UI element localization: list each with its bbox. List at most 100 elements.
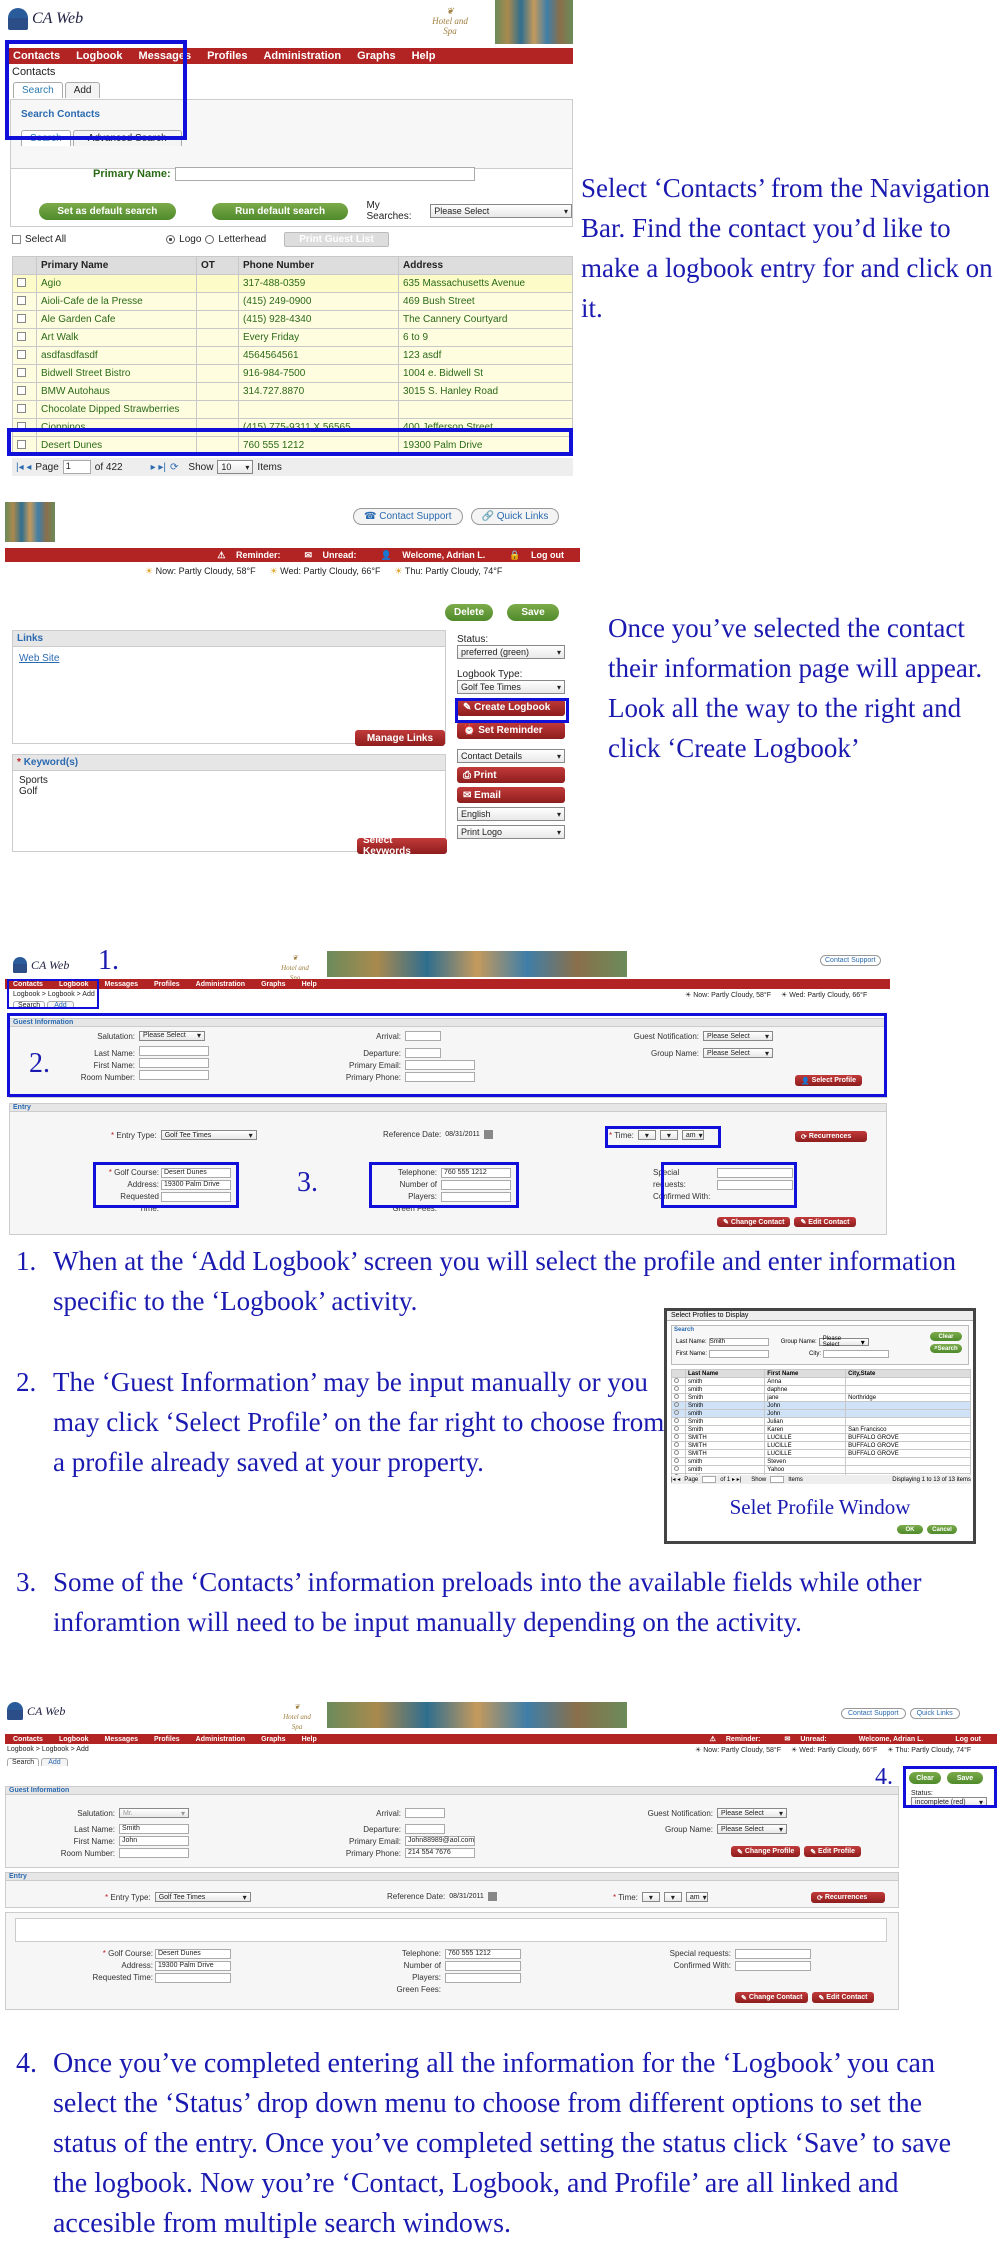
nav-administration[interactable]: Administration — [188, 981, 253, 988]
row-checkbox[interactable] — [17, 403, 26, 413]
nav-profiles[interactable]: Profiles — [199, 50, 255, 62]
arrival-input[interactable] — [405, 1808, 445, 1818]
contact-support-button[interactable]: Contact Support — [820, 955, 881, 966]
table-row[interactable]: asdfasdfasdf 4564564561 123 asdf — [12, 346, 573, 365]
profile-radio[interactable] — [671, 1377, 686, 1386]
quick-links-button[interactable]: 🔗 Quick Links — [470, 508, 560, 525]
table-row[interactable]: Aioli-Cafe de la Presse (415) 249-0900 469… — [12, 292, 573, 311]
golf-course-input[interactable]: Desert Dunes — [155, 1949, 231, 1959]
nav-profiles[interactable]: Profiles — [146, 981, 188, 988]
my-searches-select[interactable]: Please Select — [430, 204, 572, 218]
print-guest-list-button[interactable]: Print Guest List — [284, 232, 389, 247]
nav-help[interactable]: Help — [294, 981, 325, 988]
departure-input[interactable] — [405, 1824, 445, 1834]
last-name-input[interactable]: Smith — [119, 1824, 189, 1834]
recurrences-button[interactable]: ⟳ Recurrences — [795, 1131, 867, 1142]
num-players-input[interactable] — [445, 1961, 521, 1971]
pw-ok-button[interactable]: OK — [897, 1525, 923, 1534]
manage-links-button[interactable]: Manage Links — [355, 730, 445, 746]
tab-add[interactable]: Add — [41, 1758, 68, 1766]
refresh-icon[interactable]: ⟳ — [170, 462, 178, 473]
salutation-select[interactable]: Mr. — [119, 1808, 189, 1818]
profile-radio[interactable] — [671, 1385, 686, 1394]
primary-email-input[interactable]: John88989@aol.com — [405, 1836, 475, 1846]
page-number-input[interactable]: 1 — [62, 460, 91, 474]
row-checkbox[interactable] — [17, 295, 26, 305]
reference-date-value[interactable]: 08/31/2011 — [445, 1131, 480, 1138]
set-reminder-button[interactable]: ⏰ Set Reminder — [457, 722, 565, 739]
reference-date-value[interactable]: 08/31/2011 — [449, 1893, 484, 1900]
run-default-search-button[interactable]: Run default search — [211, 202, 349, 220]
save-button[interactable]: Save — [507, 604, 559, 621]
pw-col-last-name[interactable]: Last Name — [684, 1369, 766, 1378]
guest-notification-select[interactable]: Please Select — [717, 1808, 787, 1818]
table-row[interactable]: BMW Autohaus 314.727.8870 3015 S. Hanley R… — [12, 382, 573, 401]
list-item[interactable]: smith John — [671, 1409, 971, 1418]
confirmed-with-input[interactable] — [735, 1961, 811, 1971]
profile-radio[interactable] — [671, 1401, 686, 1410]
primary-name-input[interactable] — [174, 167, 475, 181]
profile-radio[interactable] — [671, 1409, 686, 1418]
edit-profile-button[interactable]: ✎ Edit Profile — [804, 1846, 861, 1857]
delete-button[interactable]: Delete — [445, 604, 493, 621]
logout-link[interactable]: 🔒 Log out — [501, 550, 580, 561]
row-checkbox[interactable] — [17, 349, 26, 359]
first-name-input[interactable]: John — [119, 1836, 189, 1846]
row-checkbox[interactable] — [17, 313, 26, 323]
nav-graphs[interactable]: Graphs — [253, 1736, 294, 1743]
pw-city-input[interactable] — [823, 1350, 890, 1358]
select-keywords-button[interactable]: Select Keywords — [357, 835, 447, 857]
entry-type-select[interactable]: Golf Tee Times — [160, 1130, 257, 1140]
list-item[interactable]: SMITH LUCILLE BUFFALO GROVE — [671, 1433, 971, 1442]
pw-first-name-input[interactable] — [709, 1350, 770, 1358]
list-item[interactable]: Smith John — [671, 1401, 971, 1410]
calendar-icon[interactable] — [487, 1892, 497, 1901]
edit-contact-button[interactable]: ✎ Edit Contact — [794, 1217, 856, 1227]
select-all-checkbox[interactable] — [12, 235, 21, 244]
unread-link[interactable]: ✉ Unread: — [777, 1735, 843, 1743]
print-logo-select[interactable]: Print Logo — [457, 825, 565, 839]
row-checkbox[interactable] — [17, 277, 26, 287]
tab-search[interactable]: Search — [7, 1758, 40, 1766]
profile-radio[interactable] — [671, 1441, 686, 1450]
change-profile-button[interactable]: ✎ Change Profile — [731, 1846, 801, 1857]
row-checkbox[interactable] — [17, 385, 26, 395]
contact-support-button[interactable]: ☎ Contact Support — [353, 508, 463, 525]
change-contact-button[interactable]: ✎ Change Contact — [717, 1217, 791, 1227]
reminder-link[interactable]: ⚠ Reminder: — [702, 1735, 777, 1743]
row-checkbox[interactable] — [17, 331, 26, 341]
list-item[interactable]: SMITH LUCILLE BUFFALO GROVE — [671, 1441, 971, 1450]
pw-group-select[interactable]: Please Select — [818, 1336, 869, 1348]
nav-contacts[interactable]: Contacts — [5, 1736, 51, 1743]
calendar-icon[interactable] — [483, 1130, 493, 1139]
group-name-select[interactable]: Please Select — [717, 1824, 787, 1834]
unread-link[interactable]: ✉ Unread: — [296, 550, 372, 561]
telephone-input[interactable]: 760 555 1212 — [445, 1949, 521, 1959]
list-item[interactable]: smith Steven — [671, 1457, 971, 1466]
logo-radio[interactable] — [166, 235, 176, 244]
status-select[interactable]: preferred (green) — [457, 645, 565, 659]
nav-graphs[interactable]: Graphs — [349, 50, 404, 62]
edit-contact-button[interactable]: ✎ Edit Contact — [812, 1992, 874, 2003]
requested-time-input[interactable] — [155, 1973, 231, 1983]
row-checkbox[interactable] — [17, 367, 26, 377]
change-contact-button[interactable]: ✎ Change Contact — [735, 1992, 809, 2003]
set-default-search-button[interactable]: Set as default search — [39, 202, 176, 220]
pw-col-first-name[interactable]: First Name — [764, 1369, 847, 1378]
profile-radio[interactable] — [671, 1465, 686, 1474]
col-phone-number[interactable]: Phone Number — [238, 256, 399, 275]
ampm-select[interactable]: am — [685, 1892, 708, 1902]
nav-help[interactable]: Help — [294, 1736, 325, 1743]
logbook-type-select[interactable]: Golf Tee Times — [457, 680, 565, 694]
quick-links-button[interactable]: Quick Links — [909, 1708, 960, 1719]
entry-type-select[interactable]: Golf Tee Times — [154, 1892, 251, 1902]
logout-link[interactable]: Log out — [939, 1736, 997, 1743]
pw-cancel-button[interactable]: Cancel — [927, 1525, 957, 1534]
table-row[interactable]: Art Walk Every Friday 6 to 9 — [12, 328, 573, 347]
green-fees-input[interactable] — [445, 1973, 521, 1983]
list-item[interactable]: smith Anna — [671, 1377, 971, 1386]
nav-profiles[interactable]: Profiles — [146, 1736, 188, 1743]
table-row[interactable]: Bidwell Street Bistro 916-984-7500 1004 e.… — [12, 364, 573, 383]
table-row[interactable]: Ale Garden Cafe (415) 928-4340 The Cannery… — [12, 310, 573, 329]
room-number-input[interactable] — [119, 1848, 189, 1858]
